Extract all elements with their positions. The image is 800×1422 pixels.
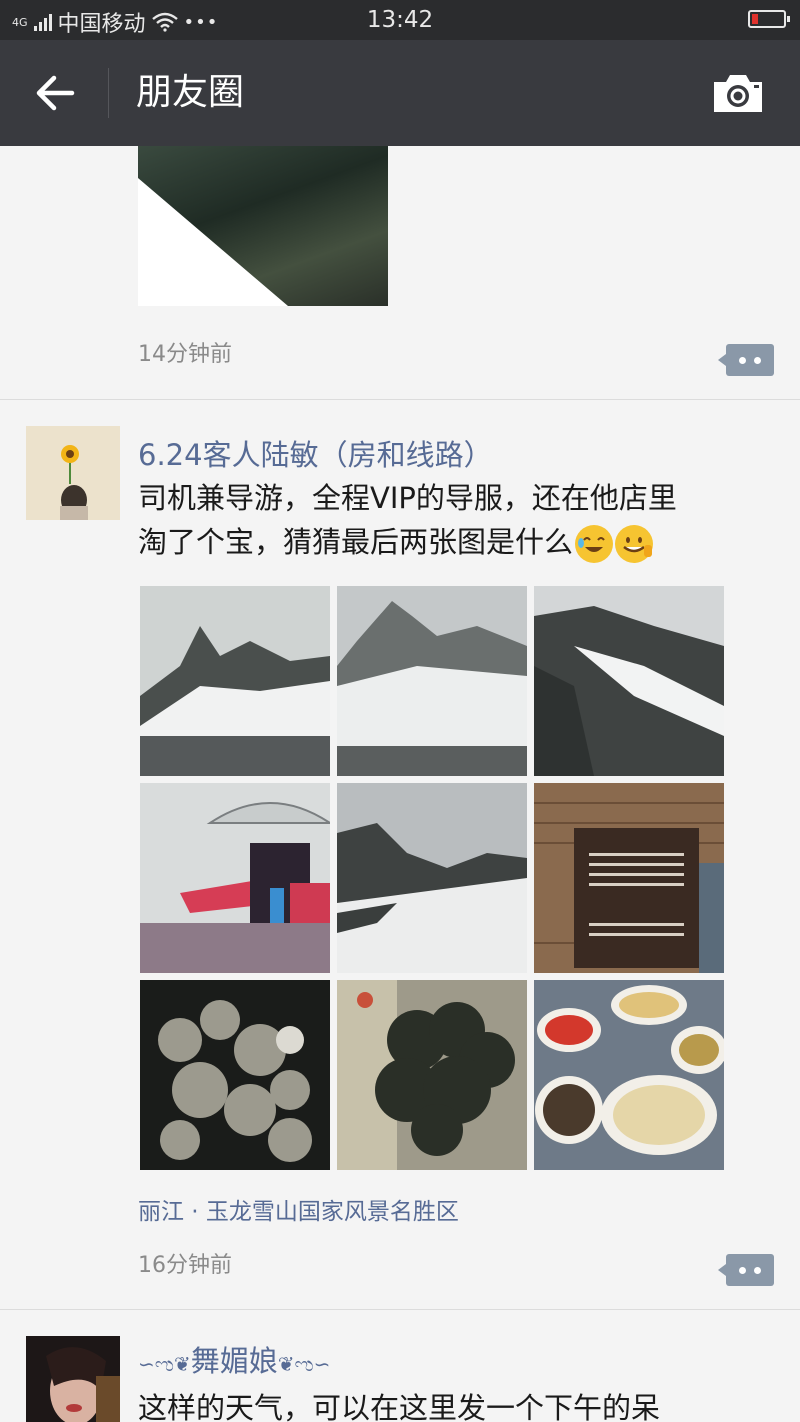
sunflower-icon — [26, 426, 120, 520]
post-text-line: 司机兼导游，全程VIP的导服，还在他店里 — [138, 481, 677, 515]
post-photo[interactable] — [138, 146, 388, 306]
photo-grid — [140, 586, 728, 1170]
post-text-line-2: 淘了个宝，猜猜最后两张图是什么 — [138, 520, 778, 564]
nav-divider — [108, 68, 109, 118]
laughing-tears-emoji-icon — [575, 525, 614, 563]
post-text: 司机兼导游，全程VIP的导服，还在他店里 淘了个宝，猜猜最后两张图是什么 — [138, 476, 778, 564]
post-time: 14分钟前 — [138, 342, 232, 367]
nav-bar: 朋友圈 — [0, 40, 800, 146]
photo-person-umbrella[interactable] — [140, 783, 330, 973]
poster-name[interactable]: 6.24客人陆敏（房和线路） — [138, 432, 493, 474]
post-divider — [0, 399, 800, 400]
battery-icon — [748, 10, 790, 28]
poster-name-text: 舞媚娘 — [190, 1344, 278, 1378]
page-title: 朋友圈 — [136, 72, 245, 113]
post-location[interactable]: 丽江 · 玉龙雪山国家风景名胜区 — [138, 1192, 459, 1226]
back-arrow-icon[interactable] — [32, 70, 78, 116]
post-text-line: 淘了个宝，猜猜最后两张图是什么 — [138, 525, 574, 559]
avatar[interactable] — [26, 1336, 120, 1422]
moments-feed[interactable]: 14分钟前 6.24客人陆敏（房和线路） 司机兼导游，全程VIP的导服，还在他店… — [0, 146, 800, 1422]
photo-snow-mountain-2[interactable] — [337, 586, 527, 776]
post-text: 这样的天气，可以在这里发一个下午的呆 — [138, 1386, 778, 1422]
photo-food-plates[interactable] — [534, 980, 724, 1170]
poster-name[interactable]: ∽ಌ❦舞媚娘❦ಌ∽ — [138, 1338, 330, 1380]
comment-button[interactable] — [718, 1254, 774, 1286]
name-decor-left: ∽ಌ❦ — [138, 1352, 191, 1376]
status-time: 13:42 — [366, 7, 434, 33]
post-divider — [0, 1309, 800, 1310]
photo-snow-mountain-3[interactable] — [534, 586, 724, 776]
camera-icon[interactable] — [712, 72, 764, 114]
status-bar: 4G 中国移动 ••• 13:42 — [0, 0, 800, 40]
comment-button[interactable] — [718, 344, 774, 376]
photo-snow-field[interactable] — [337, 783, 527, 973]
post-time: 16分钟前 — [138, 1253, 232, 1278]
post-text-line: 这样的天气，可以在这里发一个下午的呆 — [138, 1391, 661, 1422]
photo-snow-mountain-1[interactable] — [140, 586, 330, 776]
photo-dried-fungus[interactable] — [140, 980, 330, 1170]
photo-fungus-cluster[interactable] — [337, 980, 527, 1170]
avatar[interactable] — [26, 426, 120, 520]
name-decor-right: ❦ಌ∽ — [277, 1352, 331, 1376]
photo-safety-sign[interactable] — [534, 783, 724, 973]
grin-emoji-icon — [615, 525, 654, 563]
portrait-avatar-image — [26, 1336, 120, 1422]
